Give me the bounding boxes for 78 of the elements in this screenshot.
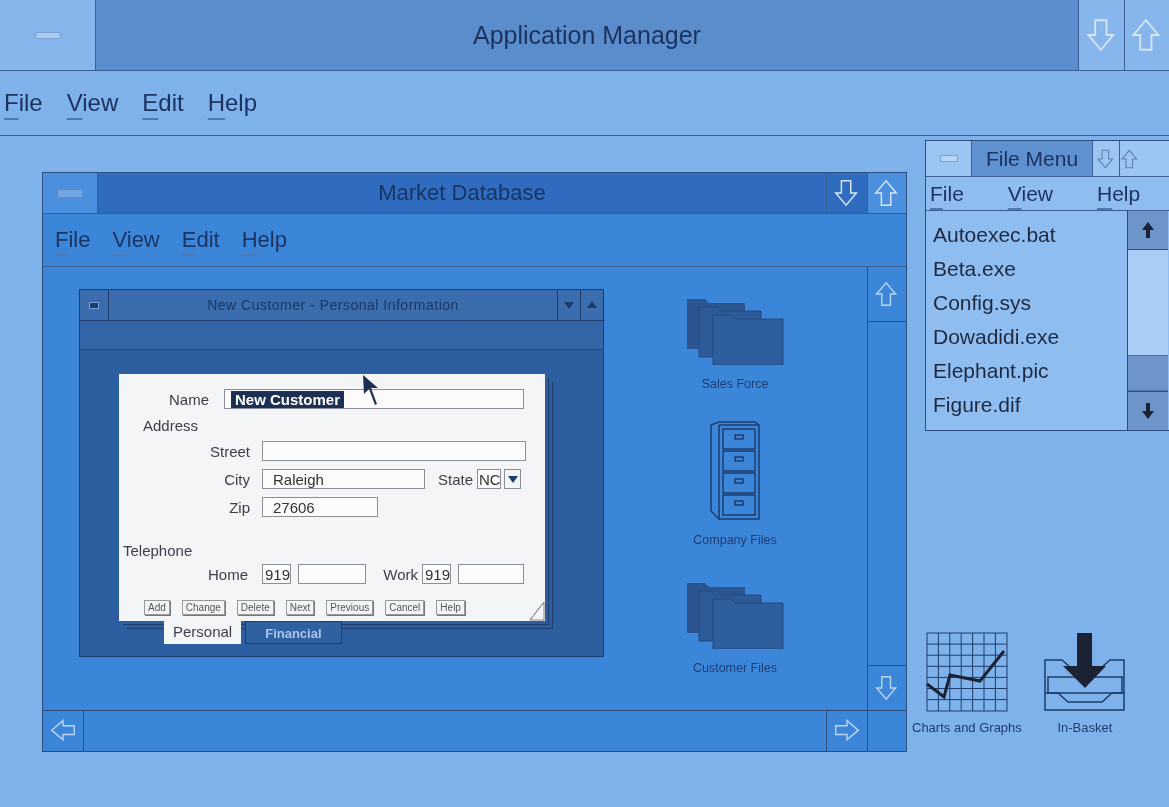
maximize-button[interactable] (1124, 0, 1169, 70)
icon-label: Charts and Graphs (912, 720, 1022, 735)
dropdown-button[interactable] (504, 469, 521, 489)
arrow-right-icon (834, 718, 860, 744)
line-chart-icon (925, 632, 1008, 712)
menu-item[interactable]: File (4, 89, 43, 117)
system-menu-button[interactable] (926, 141, 972, 176)
file-list-item[interactable]: Beta.exe (933, 253, 1127, 285)
pointer-cursor-icon (362, 374, 380, 406)
menu-item[interactable]: Help (1097, 181, 1141, 206)
file-list-item[interactable]: Elephant.pic (933, 355, 1127, 387)
scroll-thumb[interactable] (1128, 355, 1168, 391)
scroll-up-button[interactable] (1128, 211, 1168, 250)
arrow-left-icon (50, 718, 76, 744)
menu-item[interactable]: View (66, 89, 119, 117)
form-button[interactable]: Next (285, 600, 315, 615)
arrow-up-icon (873, 179, 901, 207)
icon-label: In-Basket (1057, 720, 1113, 735)
scroll-down-button[interactable] (1128, 391, 1168, 430)
arrow-down-icon (1142, 403, 1154, 419)
page-corner-icon (529, 601, 545, 621)
arrow-down-icon (833, 179, 861, 207)
arrow-up-icon (1142, 222, 1154, 238)
phone-input-field[interactable] (458, 564, 524, 584)
street-input-field[interactable] (262, 441, 526, 461)
name-input-field[interactable]: New Customer (224, 389, 524, 409)
city-input-field[interactable]: Raleigh (262, 469, 425, 489)
phone-input-field[interactable] (298, 564, 366, 584)
triangle-down-icon (564, 300, 574, 310)
field-label: Street (208, 442, 250, 460)
arrow-down-icon (874, 675, 900, 701)
notebook-tab[interactable]: Financial (245, 621, 342, 644)
form-button[interactable]: Change (181, 600, 225, 615)
window-title: Market Database (98, 173, 826, 213)
minimize-button[interactable] (826, 173, 867, 213)
window-title: Application Manager (96, 0, 1078, 70)
field-label: State (436, 470, 473, 488)
form-button[interactable]: Help (436, 600, 465, 615)
triangle-up-icon (587, 300, 597, 310)
field-label: City (223, 470, 250, 488)
form-button[interactable]: Delete (236, 600, 274, 615)
notebook-tab[interactable]: Personal (164, 621, 242, 644)
minimize-button[interactable] (1078, 0, 1124, 70)
form-button[interactable]: Cancel (385, 600, 425, 615)
field-label: Home (207, 565, 248, 583)
form-button[interactable]: Previous (326, 600, 374, 615)
section-label: Address (142, 416, 200, 434)
arrow-down-icon (1096, 148, 1116, 169)
icon-label: Sales Force (701, 377, 769, 391)
state-select-field[interactable]: NC (477, 469, 501, 489)
area-code-field[interactable]: 919 (422, 564, 451, 584)
icon-label: Customer Files (692, 661, 777, 675)
minimize-button[interactable] (1092, 141, 1119, 176)
maximize-button[interactable] (867, 173, 906, 213)
section-label: Telephone (123, 542, 194, 559)
triangle-down-icon (507, 474, 518, 484)
arrow-up-icon (1120, 148, 1140, 169)
field-label: Name (168, 390, 209, 408)
menu-item[interactable]: Edit (142, 89, 184, 117)
in-basket-icon (1043, 632, 1126, 712)
file-list-item[interactable]: Dowadidi.exe (933, 321, 1127, 353)
field-label: Work (382, 565, 418, 583)
form-button[interactable]: Add (144, 600, 170, 615)
file-cabinet-icon (709, 421, 761, 521)
arrow-up-icon (874, 281, 900, 307)
menu-item[interactable]: File (930, 181, 964, 206)
icon-label: Company Files (693, 533, 777, 547)
file-list-item[interactable]: Figure.dif (933, 389, 1127, 421)
maximize-button[interactable] (1119, 141, 1169, 176)
file-list-item[interactable]: Autoexec.bat (933, 219, 1127, 251)
file-list-item[interactable]: Config.sys (933, 287, 1127, 319)
menu-item[interactable]: View (1007, 181, 1053, 206)
dialog-title: New Customer - Personal Information (206, 296, 460, 315)
menu-item[interactable]: Help (207, 89, 258, 117)
zip-input-field[interactable]: 27606 (262, 497, 378, 517)
area-code-field[interactable]: 919 (262, 564, 291, 584)
field-label: Zip (228, 498, 250, 516)
window-title: File Menu (972, 141, 1092, 176)
